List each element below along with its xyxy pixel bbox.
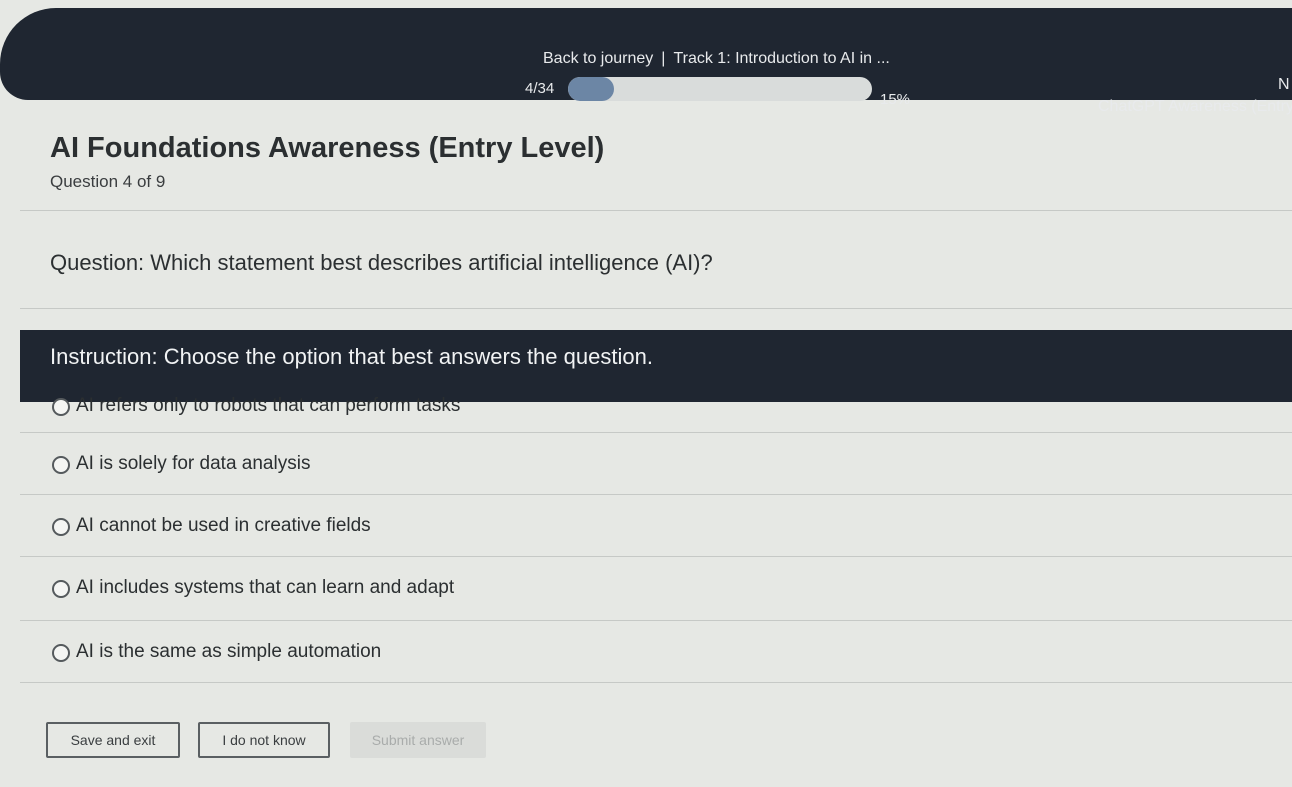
answer-option-label: AI refers only to robots that can perfor… — [76, 395, 461, 416]
progress-count: 4/34 — [525, 80, 555, 97]
radio-button[interactable] — [52, 644, 70, 662]
radio-button[interactable] — [52, 456, 70, 474]
progress-bar-fill — [568, 77, 614, 101]
divider — [20, 308, 1292, 309]
divider — [20, 494, 1292, 495]
next-label[interactable]: N — [1278, 76, 1290, 94]
back-to-journey-label: Back to journey — [543, 50, 654, 67]
radio-button[interactable] — [52, 580, 70, 598]
divider — [20, 432, 1292, 433]
answer-option-4[interactable]: AI includes systems that can learn and a… — [20, 562, 1292, 624]
next-item-title[interactable]: ChatGPT Awareness (Entry I — [1098, 98, 1292, 116]
answer-option-5[interactable]: AI is the same as simple automation — [20, 626, 1292, 688]
progress-bar — [568, 77, 872, 101]
answer-option-label: AI cannot be used in creative fields — [76, 515, 371, 536]
quiz-title: AI Foundations Awareness (Entry Level) — [50, 132, 605, 164]
divider — [20, 620, 1292, 621]
divider — [20, 556, 1292, 557]
divider — [20, 210, 1292, 211]
track-title: Track 1: Introduction to AI in ... — [673, 50, 890, 67]
answer-option-label: AI includes systems that can learn and a… — [76, 577, 455, 598]
answer-option-3[interactable]: AI cannot be used in creative fields — [20, 500, 1292, 562]
back-to-journey-link[interactable]: Back to journey | Track 1: Introduction to… — [543, 50, 890, 68]
submit-answer-button[interactable]: Submit answer — [350, 722, 486, 758]
instruction-text: Instruction: Choose the option that best… — [50, 344, 653, 369]
answer-option-2[interactable]: AI is solely for data analysis — [20, 438, 1292, 500]
radio-button[interactable] — [52, 398, 70, 416]
answer-option-label: AI is the same as simple automation — [76, 641, 382, 662]
progress-percent: 15% — [880, 91, 911, 108]
save-and-exit-button[interactable]: Save and exit — [46, 722, 180, 758]
question-text: Question: Which statement best describes… — [50, 250, 713, 275]
i-do-not-know-button[interactable]: I do not know — [198, 722, 330, 758]
question-counter: Question 4 of 9 — [50, 172, 166, 191]
answer-option-label: AI is solely for data analysis — [76, 453, 311, 474]
top-navigation-bar: Back to journey | Track 1: Introduction to… — [0, 8, 1292, 115]
radio-button[interactable] — [52, 518, 70, 536]
breadcrumb-separator: | — [661, 50, 666, 67]
divider — [20, 682, 1292, 683]
